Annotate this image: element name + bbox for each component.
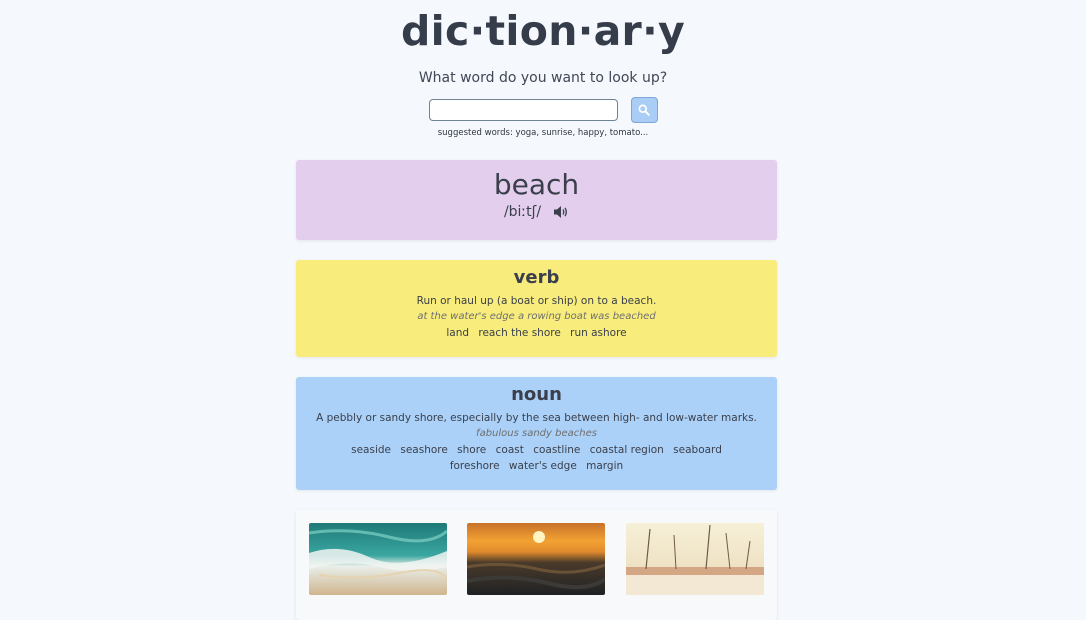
- synonym[interactable]: margin: [586, 458, 623, 474]
- synonym[interactable]: shore: [457, 442, 486, 458]
- synonym-list: seaside seashore shore coast coastline c…: [296, 442, 777, 474]
- photo-sunset-sea[interactable]: [467, 523, 605, 595]
- part-of-speech: noun: [511, 384, 562, 405]
- synonym[interactable]: coastal region: [590, 442, 664, 458]
- search-prompt: What word do you want to look up?: [418, 70, 668, 86]
- synonym-list: land reach the shore run ashore: [296, 325, 777, 341]
- definition: A pebbly or sandy shore, especially by t…: [316, 412, 757, 424]
- example: fabulous sandy beaches: [476, 428, 597, 439]
- definition: Run or haul up (a boat or ship) on to a …: [416, 295, 657, 307]
- synonym[interactable]: coast: [496, 442, 524, 458]
- search-button[interactable]: [630, 97, 658, 123]
- synonym[interactable]: land: [446, 325, 469, 341]
- search-form: [0, 97, 1086, 123]
- synonym[interactable]: seaboard: [673, 442, 722, 458]
- dictionary-app: dic·tion·ar·y What word do you want to l…: [0, 0, 1086, 620]
- photo-palm-beach[interactable]: [626, 523, 764, 595]
- synonym[interactable]: reach the shore: [478, 325, 560, 341]
- synonym[interactable]: foreshore: [450, 458, 500, 474]
- search-input[interactable]: [428, 99, 618, 121]
- synonym[interactable]: run ashore: [570, 325, 627, 341]
- synonym[interactable]: water's edge: [509, 458, 577, 474]
- synonym[interactable]: seashore: [400, 442, 447, 458]
- photos-card: [296, 510, 777, 620]
- synonym[interactable]: seaside: [351, 442, 391, 458]
- speaker-icon[interactable]: [553, 205, 569, 219]
- part-of-speech: verb: [513, 267, 560, 288]
- suggested-words: suggested words: yoga, sunrise, happy, t…: [437, 128, 649, 138]
- example: at the water's edge a rowing boat was be…: [417, 311, 656, 322]
- search-icon: [638, 104, 650, 116]
- meaning-card-verb: verb Run or haul up (a boat or ship) on …: [296, 260, 777, 357]
- photo-ocean-waves[interactable]: [309, 523, 447, 595]
- synonym[interactable]: coastline: [533, 442, 580, 458]
- phonetic-row: /biːtʃ/: [296, 204, 777, 220]
- word-card: beach /biːtʃ/: [296, 160, 777, 240]
- word-title: beach: [493, 168, 580, 201]
- app-logo: dic·tion·ar·y: [401, 7, 685, 55]
- phonetic-text: /biːtʃ/: [503, 204, 542, 220]
- meaning-card-noun: noun A pebbly or sandy shore, especially…: [296, 377, 777, 490]
